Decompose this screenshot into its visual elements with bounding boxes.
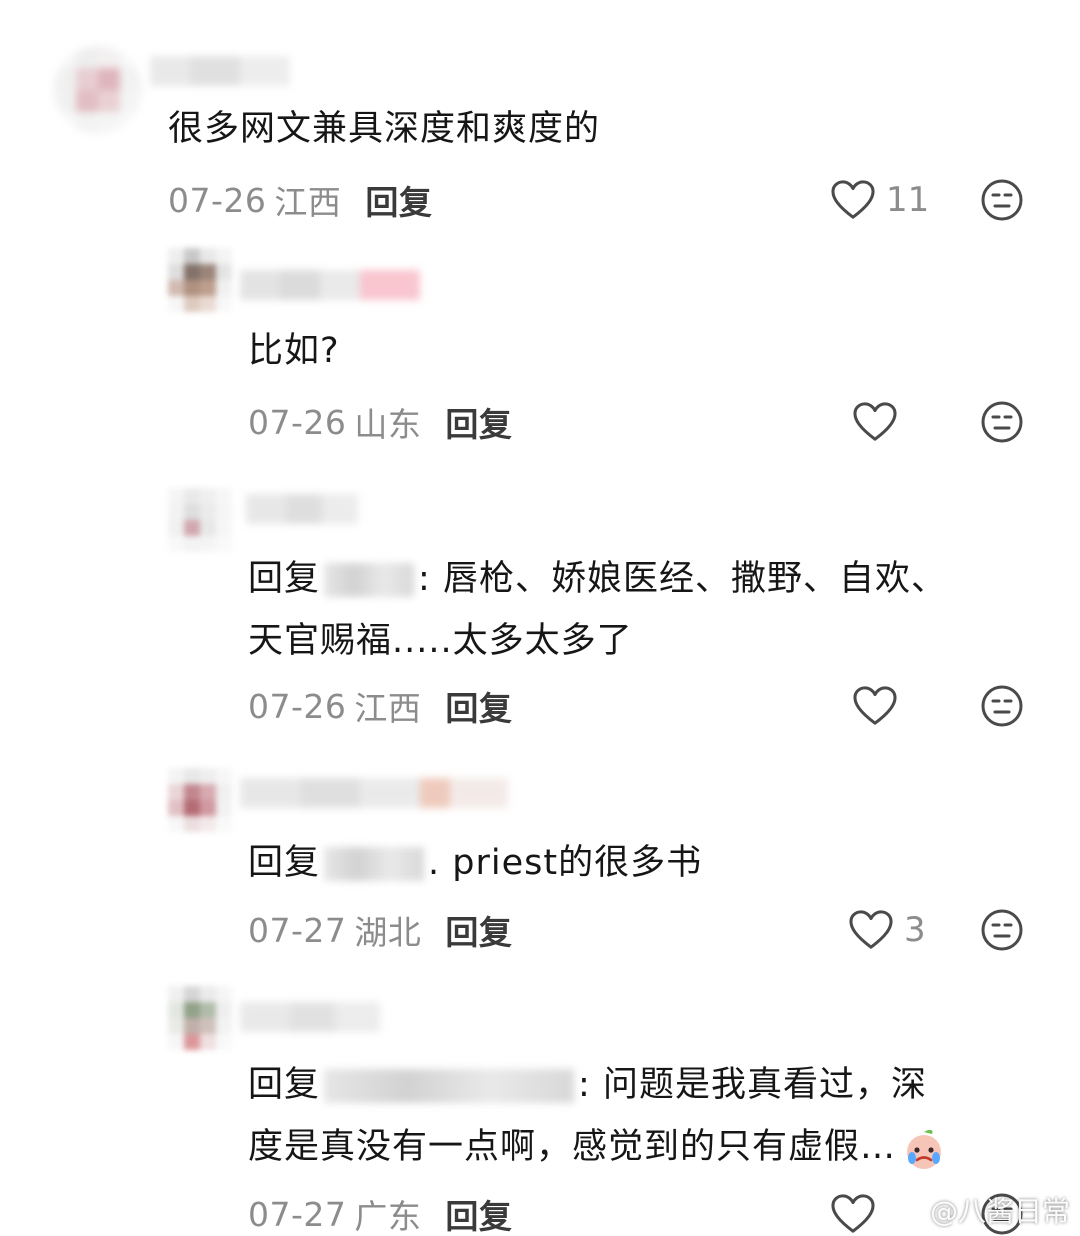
comment-text: 很多网文兼具深度和爽度的 <box>168 109 601 149</box>
comment-text-line: 问题是我真看过，深 <box>602 1065 927 1105</box>
meh-face-icon <box>981 909 1023 951</box>
like-count: 3 <box>904 910 926 950</box>
meh-face-icon <box>981 401 1023 443</box>
meh-face-icon <box>981 685 1023 727</box>
username[interactable] <box>150 56 290 86</box>
heart-outline-icon <box>849 910 893 949</box>
comment-date: 07-26 <box>248 686 347 726</box>
heart-outline-icon <box>831 180 875 219</box>
weibo-logo-icon <box>894 1199 923 1223</box>
reply-item: 回复: 唇枪、娇娘医经、撒野、自欢、 天官赐福.....太多太多了 07-26 … <box>0 470 1080 760</box>
reply-button[interactable]: 回复 <box>445 1190 512 1236</box>
comment-text-line: 天官赐福.....太多太多了 <box>248 621 633 661</box>
dislike-button[interactable] <box>980 178 1024 222</box>
reply-item: 回复. priest的很多书 07-27 湖北 回复 3 <box>0 760 1080 980</box>
dislike-button[interactable] <box>980 908 1024 952</box>
reply-item: 比如? 07-26 山东 回复 <box>0 240 1080 470</box>
like-button[interactable] <box>852 684 908 728</box>
comment-text-line: 度是真没有一点啊，感觉到的只有虚假… <box>248 1127 897 1167</box>
comment-date: 07-26 <box>248 402 347 442</box>
heart-outline-icon <box>831 1194 875 1233</box>
username[interactable] <box>246 494 358 524</box>
like-count: 11 <box>886 180 930 220</box>
heart-outline-icon <box>853 686 897 725</box>
like-button[interactable] <box>852 400 908 444</box>
reply-button[interactable]: 回复 <box>445 906 512 954</box>
comment-text: 回复: 问题是我真看过，深 度是真没有一点啊，感觉到的只有虚假… <box>248 1054 948 1178</box>
username[interactable] <box>240 778 508 808</box>
reply-colon: . <box>428 843 441 883</box>
reply-colon: : <box>578 1065 591 1105</box>
username[interactable] <box>240 1002 380 1032</box>
dislike-button[interactable] <box>980 684 1024 728</box>
reply-prefix: 回复 <box>248 559 321 599</box>
comment-region: 江西 <box>354 689 422 728</box>
reply-colon: : <box>418 559 431 599</box>
comment-region: 广东 <box>354 1197 422 1236</box>
comment-item: 很多网文兼具深度和爽度的 07-26 江西 回复 11 <box>0 0 1080 240</box>
reply-button[interactable]: 回复 <box>445 398 512 446</box>
username[interactable] <box>240 270 420 300</box>
comment-text-line: 唇枪、娇娘医经、撒野、自欢、 <box>442 559 947 599</box>
watermark: @八酱日常 <box>894 1190 1070 1230</box>
avatar[interactable] <box>54 46 142 134</box>
meh-face-icon <box>981 179 1023 221</box>
comment-text: 比如? <box>248 331 340 371</box>
like-button[interactable]: 3 <box>848 908 926 952</box>
avatar[interactable] <box>168 768 232 832</box>
like-button[interactable]: 11 <box>830 178 929 222</box>
avatar[interactable] <box>168 986 232 1050</box>
reply-prefix: 回复 <box>248 843 321 883</box>
mentioned-username[interactable] <box>324 847 425 881</box>
comment-region: 江西 <box>274 183 342 222</box>
comment-thread: 很多网文兼具深度和爽度的 07-26 江西 回复 11 比如? 07-26 山东 <box>0 0 1080 1236</box>
watermark-text: @八酱日常 <box>929 1195 1070 1228</box>
like-button[interactable] <box>830 1192 886 1236</box>
heart-outline-icon <box>853 402 897 441</box>
comment-region: 山东 <box>354 405 422 444</box>
comment-date: 07-27 <box>248 1194 347 1234</box>
avatar[interactable] <box>168 488 232 552</box>
comment-date: 07-27 <box>248 910 347 950</box>
comment-text-line: priest的很多书 <box>452 843 703 883</box>
dislike-button[interactable] <box>980 400 1024 444</box>
mentioned-username[interactable] <box>324 563 415 597</box>
crying-peach-emoji-icon <box>900 1124 948 1172</box>
reply-button[interactable]: 回复 <box>445 682 512 730</box>
reply-button[interactable]: 回复 <box>365 176 432 224</box>
avatar[interactable] <box>168 248 232 312</box>
comment-text: 回复: 唇枪、娇娘医经、撒野、自欢、 天官赐福.....太多太多了 <box>248 548 947 672</box>
comment-text: 回复. priest的很多书 <box>248 832 702 894</box>
mentioned-username[interactable] <box>324 1069 575 1103</box>
comment-date: 07-26 <box>168 180 267 220</box>
reply-prefix: 回复 <box>248 1065 321 1105</box>
comment-region: 湖北 <box>354 913 422 952</box>
